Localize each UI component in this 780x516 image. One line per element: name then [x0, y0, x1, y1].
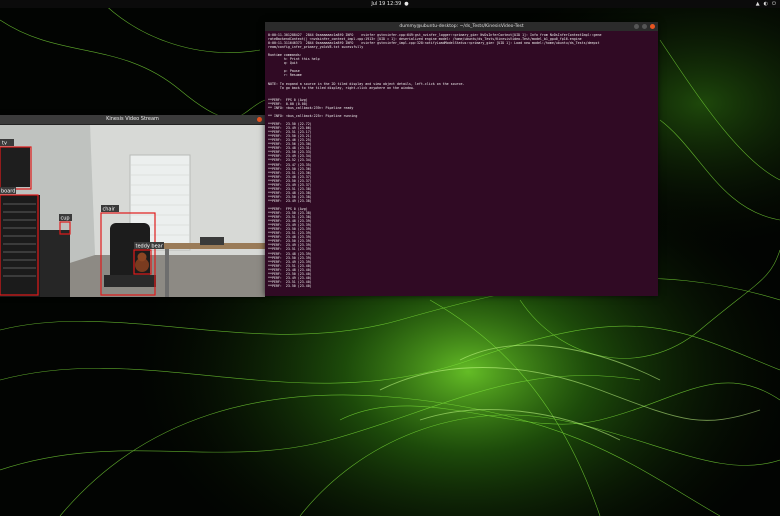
detection-label-board: board: [0, 187, 16, 195]
terminal-title: dummy@ubuntu-desktop: ~/ds_Tests/Kinesis…: [399, 24, 524, 29]
power-icon[interactable]: ⏻: [772, 1, 776, 7]
detection-label-teddy-bear: teddy bear: [134, 242, 164, 250]
system-tray[interactable]: ▲ ◐ ⏻: [756, 0, 776, 8]
maximize-button[interactable]: [642, 24, 647, 29]
terminal-close-button[interactable]: [650, 24, 655, 29]
network-icon[interactable]: ▲: [756, 1, 760, 7]
stream-close-button[interactable]: [257, 117, 262, 122]
detection-text-teddy-bear: teddy bear: [136, 244, 164, 250]
notification-dot-icon: ●: [404, 1, 409, 7]
terminal-titlebar[interactable]: dummy@ubuntu-desktop: ~/ds_Tests/Kinesis…: [265, 22, 658, 31]
clock-menu[interactable]: Jul 19 12:39 ●: [371, 0, 408, 8]
detection-label-chair: chair: [101, 205, 119, 213]
terminal-window[interactable]: dummy@ubuntu-desktop: ~/ds_Tests/Kinesis…: [265, 22, 658, 296]
detection-label-cup: cup: [59, 214, 72, 222]
terminal-output[interactable]: 0:00:11.301288427 2844 0xaaaaaac1a8f0 IN…: [268, 33, 655, 295]
detection-text-board: board: [1, 189, 15, 195]
detection-text-chair: chair: [103, 207, 116, 213]
detection-text-tv: tv: [2, 141, 7, 147]
detection-text-cup: cup: [61, 216, 70, 222]
stream-window-titlebar[interactable]: Kinesis Video Stream: [0, 115, 265, 125]
top-bar: Jul 19 12:39 ● ▲ ◐ ⏻: [0, 0, 780, 8]
minimize-button[interactable]: [634, 24, 639, 29]
detection-label-tv: tv: [0, 139, 14, 147]
stream-window-title: Kinesis Video Stream: [106, 116, 159, 122]
clock-label: Jul 19 12:39: [371, 1, 402, 7]
volume-icon[interactable]: ◐: [764, 1, 768, 7]
video-feed: tv board cup chair teddy bear: [0, 125, 265, 297]
terminal-line: **PERF: 23.50 (23.40): [268, 283, 312, 288]
stream-window[interactable]: Kinesis Video Stream tv board cup chair …: [0, 115, 265, 297]
